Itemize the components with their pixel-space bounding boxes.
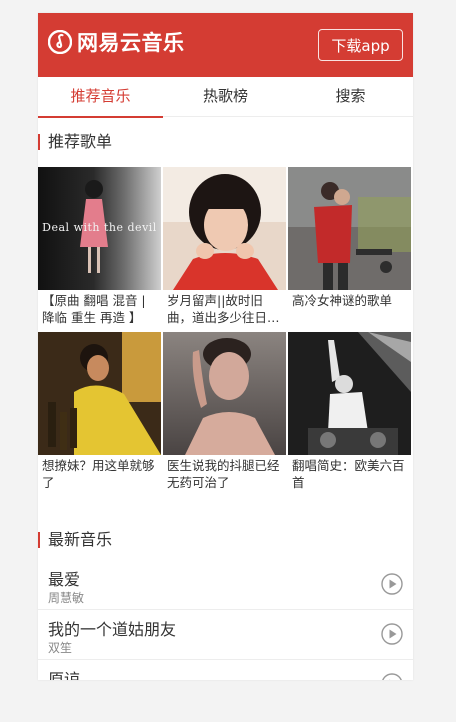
cover-caption: Deal with the devil (42, 221, 157, 234)
playlist-cover[interactable] (163, 167, 286, 290)
app-name: 网易云音乐 (77, 31, 185, 55)
playlist-card[interactable]: 高冷女神谜的歌单 (288, 167, 411, 332)
song-item[interactable]: 我的一个道姑朋友 双笙 (38, 610, 413, 660)
playlist-cover[interactable] (163, 332, 286, 455)
playlist-card[interactable]: 岁月留声||故时旧曲，道出多少往日情怀 (163, 167, 286, 332)
song-artist: 双笙 (48, 641, 73, 655)
recommended-playlists-title: 推荐歌单 (38, 132, 413, 152)
netease-music-logo-icon (48, 30, 72, 54)
playlist-cover[interactable] (288, 332, 411, 455)
playlist-cover[interactable]: Deal with the devil (38, 167, 161, 290)
play-circle-icon[interactable] (381, 623, 403, 645)
playlist-title[interactable]: 高冷女神谜的歌单 (288, 290, 411, 328)
song-title: 最爱 (48, 570, 81, 589)
brand-logo[interactable]: 网易云音乐 (48, 27, 185, 57)
playlist-title[interactable]: 翻唱简史：欧美六百首 (288, 455, 411, 493)
playlist-grid: Deal with the devil 【原曲 翻唱 混音 | 降临 重生 再造… (38, 167, 413, 497)
song-item[interactable]: 最爱 周慧敏 (38, 560, 413, 610)
playlist-card[interactable]: 翻唱简史：欧美六百首 (288, 332, 411, 497)
playlist-cover[interactable] (38, 332, 161, 455)
playlist-card[interactable]: 想撩妹？用这单就够了 (38, 332, 161, 497)
tab-recommended[interactable]: 推荐音乐 (38, 77, 163, 118)
playlist-card[interactable]: Deal with the devil 【原曲 翻唱 混音 | 降临 重生 再造… (38, 167, 161, 332)
download-app-button[interactable]: 下载app (318, 29, 403, 61)
song-artist: 周慧敏 (48, 591, 85, 605)
song-title: 我的一个道姑朋友 (48, 620, 177, 639)
playlist-title[interactable]: 医生说我的抖腿已经无药可治了 (163, 455, 286, 493)
song-item[interactable]: 原谅 (38, 660, 413, 680)
playlist-title[interactable]: 岁月留声||故时旧曲，道出多少往日情怀 (163, 290, 286, 328)
playlist-title[interactable]: 想撩妹？用这单就够了 (38, 455, 161, 493)
main-tabs: 推荐音乐 热歌榜 搜索 (38, 77, 413, 118)
song-title: 原谅 (48, 670, 81, 680)
app-frame: 网易云音乐 下载app 推荐音乐 热歌榜 搜索 推荐歌单 Deal with t… (38, 13, 413, 680)
tab-hot-chart[interactable]: 热歌榜 (163, 77, 288, 116)
playlist-cover[interactable] (288, 167, 411, 290)
top-bar: 网易云音乐 下载app (38, 13, 413, 77)
latest-music-title: 最新音乐 (38, 530, 413, 550)
tab-search[interactable]: 搜索 (288, 77, 413, 116)
play-circle-icon[interactable] (381, 573, 403, 595)
playlist-card[interactable]: 医生说我的抖腿已经无药可治了 (163, 332, 286, 497)
play-circle-icon[interactable] (381, 673, 403, 680)
playlist-title[interactable]: 【原曲 翻唱 混音 | 降临 重生 再造 】 (38, 290, 161, 328)
song-list: 最爱 周慧敏 我的一个道姑朋友 双笙 原谅 (38, 560, 413, 680)
